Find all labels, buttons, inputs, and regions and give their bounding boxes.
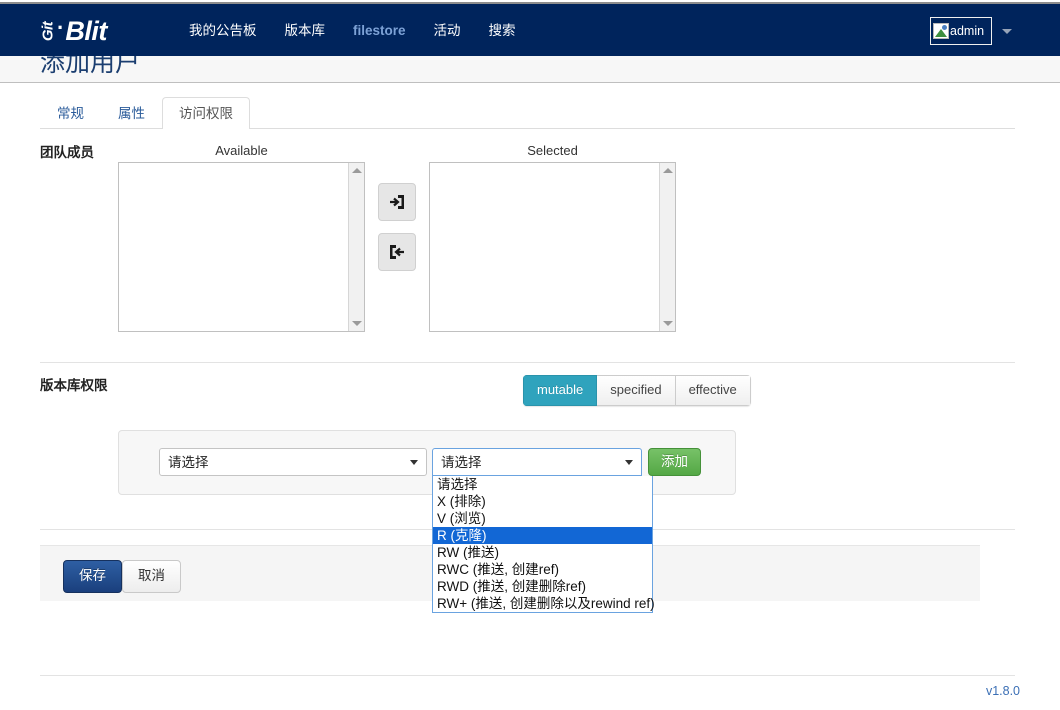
permission-select-dropdown[interactable]: 请选择 X (排除) V (浏览) R (克隆) RW (推送) RWC (推送… xyxy=(432,476,655,613)
tab-attributes[interactable]: 属性 xyxy=(101,97,162,129)
caret-down-icon xyxy=(410,460,418,465)
nav-item-filestore[interactable]: filestore xyxy=(339,4,420,58)
selected-list-scrollbar[interactable] xyxy=(659,163,675,331)
arrow-right-into-box-icon xyxy=(388,193,406,211)
permission-select-value: 请选择 xyxy=(441,455,482,470)
repository-select[interactable]: 请选择 xyxy=(159,448,427,476)
dropdown-option[interactable]: 请选择 xyxy=(433,476,652,493)
dropdown-option[interactable]: RW (推送) xyxy=(433,544,652,561)
tab-general[interactable]: 常规 xyxy=(40,97,101,129)
add-to-selected-button[interactable] xyxy=(378,183,416,221)
save-button[interactable]: 保存 xyxy=(63,560,122,594)
broken-image-icon xyxy=(933,23,949,39)
nav-item-repositories[interactable]: 版本库 xyxy=(271,4,340,58)
view-mode-mutable-button[interactable]: mutable xyxy=(523,375,598,406)
main-nav: 我的公告板 版本库 filestore 活动 搜索 xyxy=(175,4,530,58)
nav-item-activity[interactable]: 活动 xyxy=(420,4,475,58)
selected-list-caption: Selected xyxy=(527,143,578,158)
available-list-scrollbar[interactable] xyxy=(348,163,364,331)
cancel-button[interactable]: 取消 xyxy=(122,560,181,594)
remove-from-selected-button[interactable] xyxy=(378,233,416,271)
repository-permissions-label: 版本库权限 xyxy=(40,378,108,393)
repository-select-value: 请选择 xyxy=(168,455,209,470)
permission-view-mode-group: mutable specified effective xyxy=(523,375,751,406)
dropdown-option[interactable]: V (浏览) xyxy=(433,510,652,527)
page-title: 添加用户 xyxy=(40,56,141,77)
dropdown-option[interactable]: RW+ (推送, 创建删除以及rewind ref) xyxy=(433,595,655,612)
permission-select[interactable]: 请选择 xyxy=(432,448,642,476)
logo-git-text: Git xyxy=(39,21,57,41)
page-header-bar: 添加用户 xyxy=(0,56,1060,83)
gitblit-logo[interactable]: Git · Blit xyxy=(38,15,108,47)
scroll-up-arrow-icon[interactable] xyxy=(352,168,362,173)
scroll-down-arrow-icon[interactable] xyxy=(663,321,673,326)
tab-access-permissions[interactable]: 访问权限 xyxy=(162,96,250,129)
section-divider xyxy=(40,361,1015,363)
logo-dot: · xyxy=(57,15,65,40)
top-navbar: Git · Blit 我的公告板 版本库 filestore 活动 搜索 adm… xyxy=(0,2,1060,56)
dropdown-option[interactable]: RWD (推送, 创建删除ref) xyxy=(433,578,652,595)
chevron-down-icon[interactable] xyxy=(1002,29,1012,34)
scroll-up-arrow-icon[interactable] xyxy=(663,168,673,173)
dropdown-option-selected[interactable]: R (克隆) xyxy=(433,527,652,544)
selected-members-listbox[interactable] xyxy=(429,162,676,332)
available-members-listbox[interactable] xyxy=(118,162,365,332)
view-mode-effective-button[interactable]: effective xyxy=(675,375,751,406)
logo-blit-text: Blit xyxy=(65,15,107,46)
transfer-button-group xyxy=(378,183,416,271)
user-menu[interactable]: admin xyxy=(930,17,992,45)
user-name-label: admin xyxy=(950,23,985,38)
dropdown-option[interactable]: X (排除) xyxy=(433,493,652,510)
team-members-label: 团队成员 xyxy=(40,145,94,160)
add-permission-button[interactable]: 添加 xyxy=(648,448,701,476)
scroll-down-arrow-icon[interactable] xyxy=(352,321,362,326)
available-list-caption: Available xyxy=(215,143,268,158)
dropdown-option[interactable]: RWC (推送, 创建ref) xyxy=(433,561,652,578)
version-label: v1.8.0 xyxy=(985,684,1020,698)
caret-down-icon xyxy=(625,460,633,465)
view-mode-specified-button[interactable]: specified xyxy=(597,375,676,406)
tab-bar: 常规 属性 访问权限 xyxy=(40,93,1015,129)
nav-item-search[interactable]: 搜索 xyxy=(475,4,530,58)
nav-item-my-dashboard[interactable]: 我的公告板 xyxy=(175,4,271,58)
arrow-left-out-of-box-icon xyxy=(388,243,406,261)
footer-divider xyxy=(40,674,1015,676)
